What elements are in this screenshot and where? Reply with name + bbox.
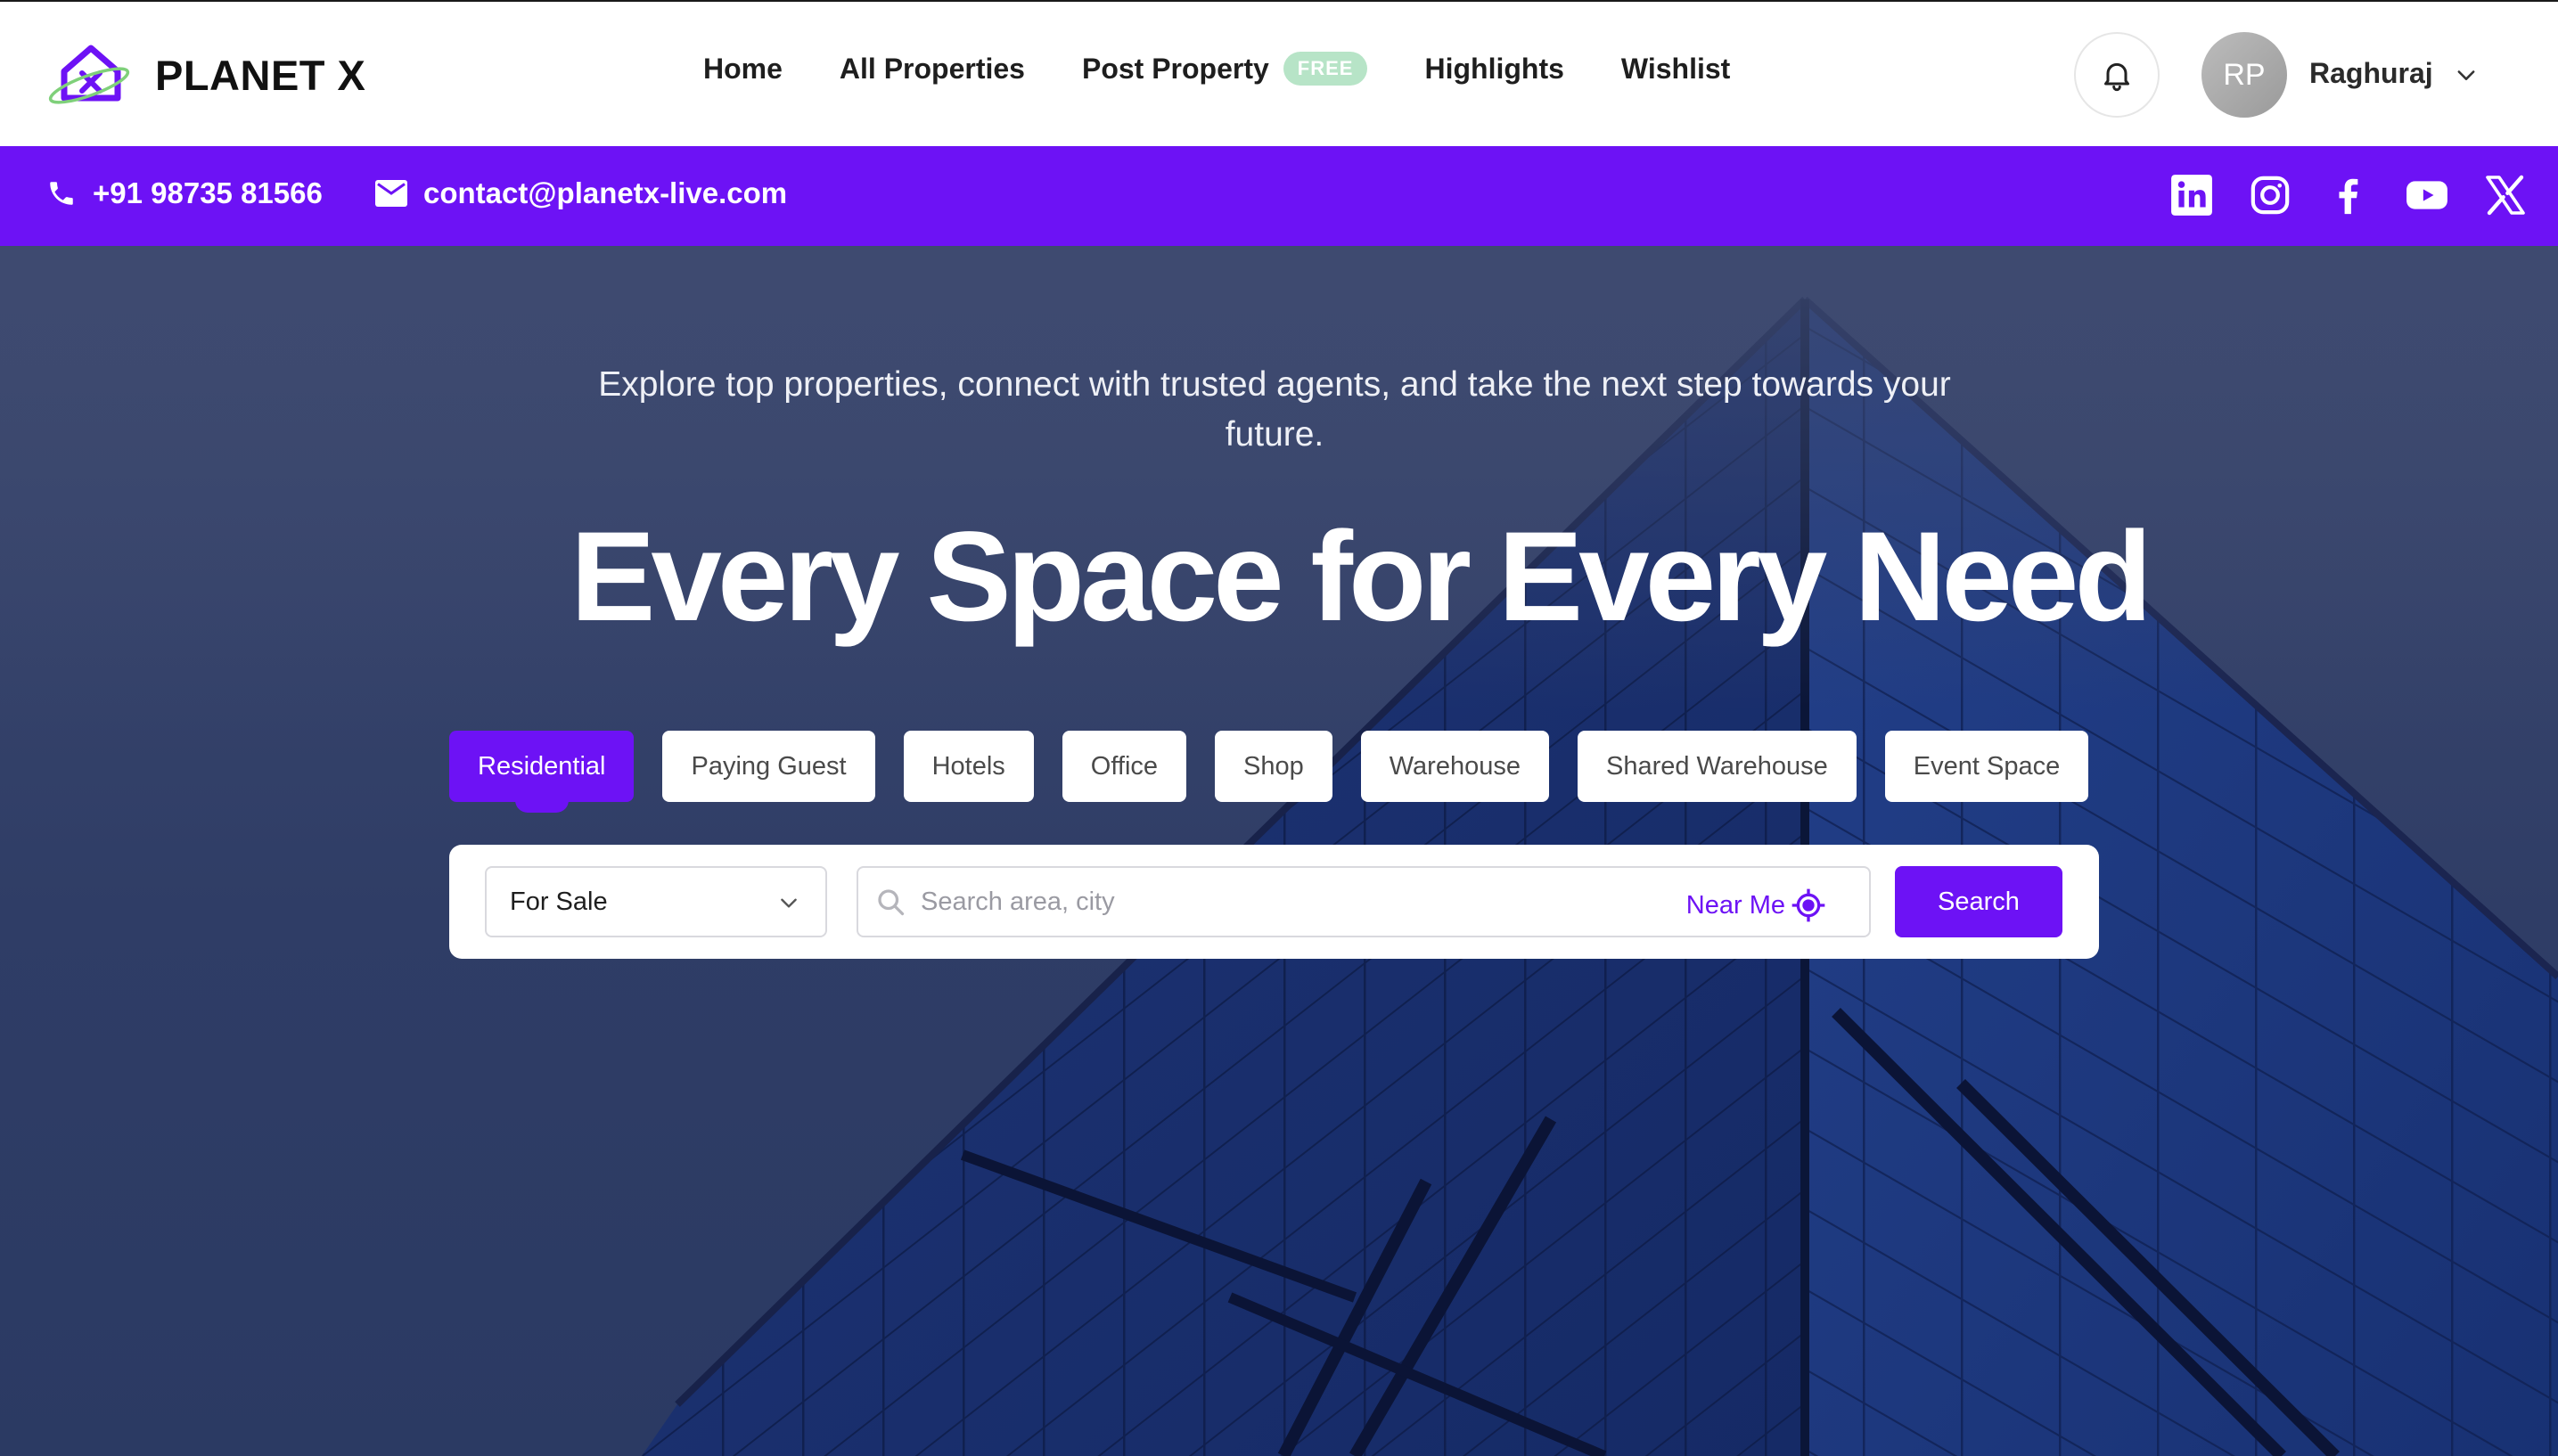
tab-office[interactable]: Office bbox=[1062, 731, 1187, 802]
property-type-tabs: Residential Paying Guest Hotels Office S… bbox=[449, 731, 2117, 813]
bell-icon bbox=[2104, 62, 2129, 92]
main-nav: Home All Properties Post Property FREE H… bbox=[703, 52, 1787, 86]
free-badge: FREE bbox=[1283, 52, 1368, 86]
chevron-down-icon bbox=[781, 898, 797, 908]
nav-all-properties[interactable]: All Properties bbox=[840, 53, 1025, 86]
phone-icon bbox=[50, 182, 73, 205]
nav-post-property-label: Post Property bbox=[1081, 52, 1269, 85]
contact-phone[interactable]: +91 98735 81566 bbox=[46, 176, 323, 210]
hero-subtitle: Explore top properties, connect with tru… bbox=[598, 365, 1951, 454]
search-icon bbox=[878, 889, 905, 916]
listing-type-value: For Sale bbox=[510, 887, 608, 916]
listing-type-select[interactable]: For Sale bbox=[485, 866, 827, 937]
top-navigation: PLANET X Home All Properties Post Proper… bbox=[0, 0, 2558, 146]
hero-title: Every Space for Every Need bbox=[570, 506, 2152, 648]
near-me-button[interactable]: Near Me bbox=[1686, 888, 1826, 923]
email-address: contact@planetx-live.com bbox=[423, 176, 788, 209]
brand-logo[interactable]: PLANET X bbox=[46, 41, 365, 109]
tab-shared-warehouse[interactable]: Shared Warehouse bbox=[1577, 731, 1857, 802]
crosshair-location-icon bbox=[1791, 888, 1825, 922]
chevron-down-icon[interactable] bbox=[2454, 62, 2479, 87]
tab-shop[interactable]: Shop bbox=[1215, 731, 1332, 802]
house-x-logo-icon bbox=[48, 45, 130, 104]
search-field: Near Me bbox=[857, 866, 1871, 937]
tab-residential[interactable]: Residential bbox=[449, 731, 635, 813]
avatar[interactable]: RP bbox=[2201, 32, 2287, 118]
brand-name: PLANET X bbox=[155, 51, 366, 99]
facebook-icon bbox=[2339, 178, 2358, 215]
nav-highlights[interactable]: Highlights bbox=[1424, 53, 1563, 86]
hero-section: Explore top properties, connect with tru… bbox=[0, 246, 2558, 1456]
contact-email[interactable]: contact@planetx-live.com bbox=[375, 176, 787, 210]
search-input[interactable] bbox=[919, 886, 1632, 918]
phone-number: +91 98735 81566 bbox=[93, 176, 323, 209]
social-links bbox=[2137, 171, 2529, 219]
tab-hotels[interactable]: Hotels bbox=[903, 731, 1034, 802]
tab-warehouse[interactable]: Warehouse bbox=[1360, 731, 1549, 802]
notifications-button[interactable] bbox=[2074, 32, 2160, 118]
nav-home[interactable]: Home bbox=[703, 53, 783, 86]
instagram-link[interactable] bbox=[2246, 171, 2294, 219]
search-button[interactable]: Search bbox=[1895, 866, 2062, 937]
tab-event-space[interactable]: Event Space bbox=[1884, 731, 2089, 802]
search-panel: For Sale Near Me Search bbox=[449, 845, 2099, 959]
instagram-icon bbox=[2251, 176, 2290, 215]
youtube-icon bbox=[2406, 181, 2447, 209]
facebook-link[interactable] bbox=[2324, 171, 2373, 219]
mail-icon bbox=[375, 180, 407, 207]
tab-paying-guest[interactable]: Paying Guest bbox=[662, 731, 875, 802]
nav-post-property[interactable]: Post Property FREE bbox=[1082, 52, 1368, 86]
near-me-label: Near Me bbox=[1685, 890, 1785, 920]
linkedin-icon bbox=[2171, 175, 2212, 216]
x-icon bbox=[2486, 175, 2525, 216]
nav-wishlist[interactable]: Wishlist bbox=[1621, 53, 1730, 86]
youtube-link[interactable] bbox=[2403, 171, 2451, 219]
linkedin-link[interactable] bbox=[2168, 171, 2216, 219]
contact-bar: +91 98735 81566 contact@planetx-live.com bbox=[0, 146, 2558, 246]
user-name[interactable]: Raghuraj bbox=[2309, 57, 2433, 90]
x-link[interactable] bbox=[2481, 171, 2529, 219]
